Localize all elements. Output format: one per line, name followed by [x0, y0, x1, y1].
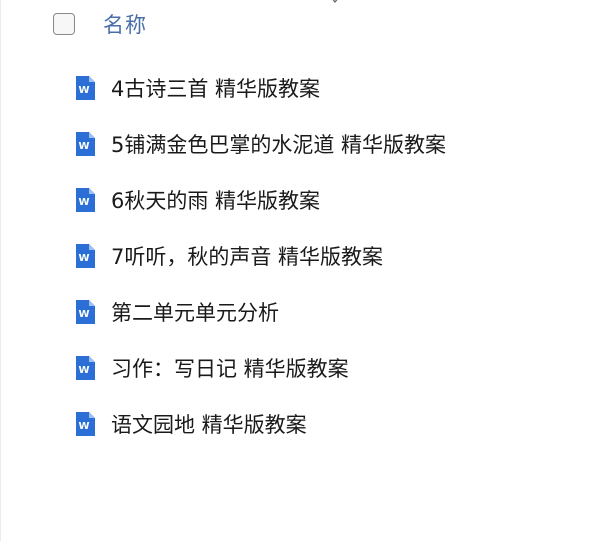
svg-text:W: W [78, 309, 89, 320]
file-name: 4古诗三首 精华版教案 [111, 77, 321, 101]
file-row[interactable]: W 4古诗三首 精华版教案 [74, 60, 446, 116]
svg-text:W: W [78, 421, 89, 432]
select-all-checkbox[interactable] [53, 13, 75, 35]
file-row[interactable]: W 习作：写日记 精华版教案 [74, 340, 446, 396]
list-header: 名称 [53, 9, 147, 39]
file-name: 6秋天的雨 精华版教案 [111, 189, 321, 213]
file-row[interactable]: W 6秋天的雨 精华版教案 [74, 172, 446, 228]
file-row[interactable]: W 第二单元单元分析 [74, 284, 446, 340]
file-name: 7听听，秋的声音 精华版教案 [111, 245, 384, 269]
file-row[interactable]: W 语文园地 精华版教案 [74, 396, 446, 452]
file-list: W 4古诗三首 精华版教案 W 5铺满金色巴掌的水泥道 精华版教案 W 6秋天的… [74, 60, 446, 452]
sort-caret-icon[interactable] [330, 0, 340, 6]
word-doc-icon: W [76, 300, 95, 324]
svg-text:W: W [78, 365, 89, 376]
file-name: 习作：写日记 精华版教案 [111, 357, 349, 381]
word-doc-icon: W [76, 244, 95, 268]
svg-text:W: W [78, 85, 89, 96]
svg-text:W: W [78, 197, 89, 208]
word-doc-icon: W [76, 132, 95, 156]
svg-text:W: W [78, 253, 89, 264]
file-name: 语文园地 精华版教案 [111, 413, 307, 437]
word-doc-icon: W [76, 76, 95, 100]
file-name: 第二单元单元分析 [111, 301, 279, 325]
file-list-panel: 名称 W 4古诗三首 精华版教案 W 5铺满金色巴掌的水泥道 精华版教案 W 6… [0, 0, 600, 541]
file-row[interactable]: W 7听听，秋的声音 精华版教案 [74, 228, 446, 284]
svg-text:W: W [78, 141, 89, 152]
word-doc-icon: W [76, 188, 95, 212]
word-doc-icon: W [76, 412, 95, 436]
file-row[interactable]: W 5铺满金色巴掌的水泥道 精华版教案 [74, 116, 446, 172]
name-column-header[interactable]: 名称 [103, 9, 147, 39]
file-name: 5铺满金色巴掌的水泥道 精华版教案 [111, 133, 447, 157]
word-doc-icon: W [76, 356, 95, 380]
